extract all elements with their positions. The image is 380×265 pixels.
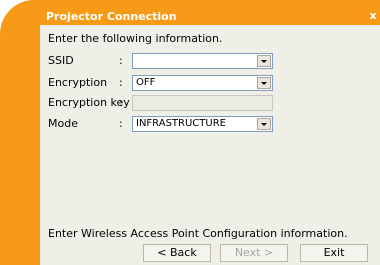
- ssid-combobox[interactable]: [132, 53, 273, 69]
- dialog-body: Enter the following information. SSID : …: [40, 25, 380, 265]
- title-bar: Projector Connection x: [40, 9, 380, 23]
- encryption-colon: :: [119, 76, 123, 89]
- encryption-key-colon: :: [119, 96, 123, 109]
- ssid-colon: :: [119, 54, 123, 67]
- back-button[interactable]: < Back: [143, 244, 211, 262]
- encryption-value: OFF: [136, 77, 156, 88]
- encryption-key-label: Encryption key: [48, 96, 130, 109]
- mode-select[interactable]: INFRASTRUCTURE: [132, 116, 273, 132]
- next-button[interactable]: Next >: [220, 244, 288, 262]
- mode-label: Mode: [48, 117, 78, 130]
- ssid-dropdown-arrow-icon[interactable]: [257, 55, 271, 67]
- encryption-select[interactable]: OFF: [132, 75, 273, 91]
- exit-button[interactable]: Exit: [300, 244, 368, 262]
- window-title: Projector Connection: [46, 10, 177, 23]
- close-icon[interactable]: x: [368, 9, 378, 22]
- encryption-dropdown-arrow-icon[interactable]: [257, 77, 271, 89]
- footer-instruction: Enter Wireless Access Point Configuratio…: [48, 227, 348, 240]
- mode-dropdown-arrow-icon[interactable]: [257, 118, 271, 130]
- mode-value: INFRASTRUCTURE: [136, 118, 226, 129]
- encryption-key-field: [132, 95, 273, 111]
- ssid-label: SSID: [48, 54, 74, 67]
- instruction-text: Enter the following information.: [48, 32, 223, 45]
- encryption-label: Encryption: [48, 76, 108, 89]
- mode-colon: :: [119, 117, 123, 130]
